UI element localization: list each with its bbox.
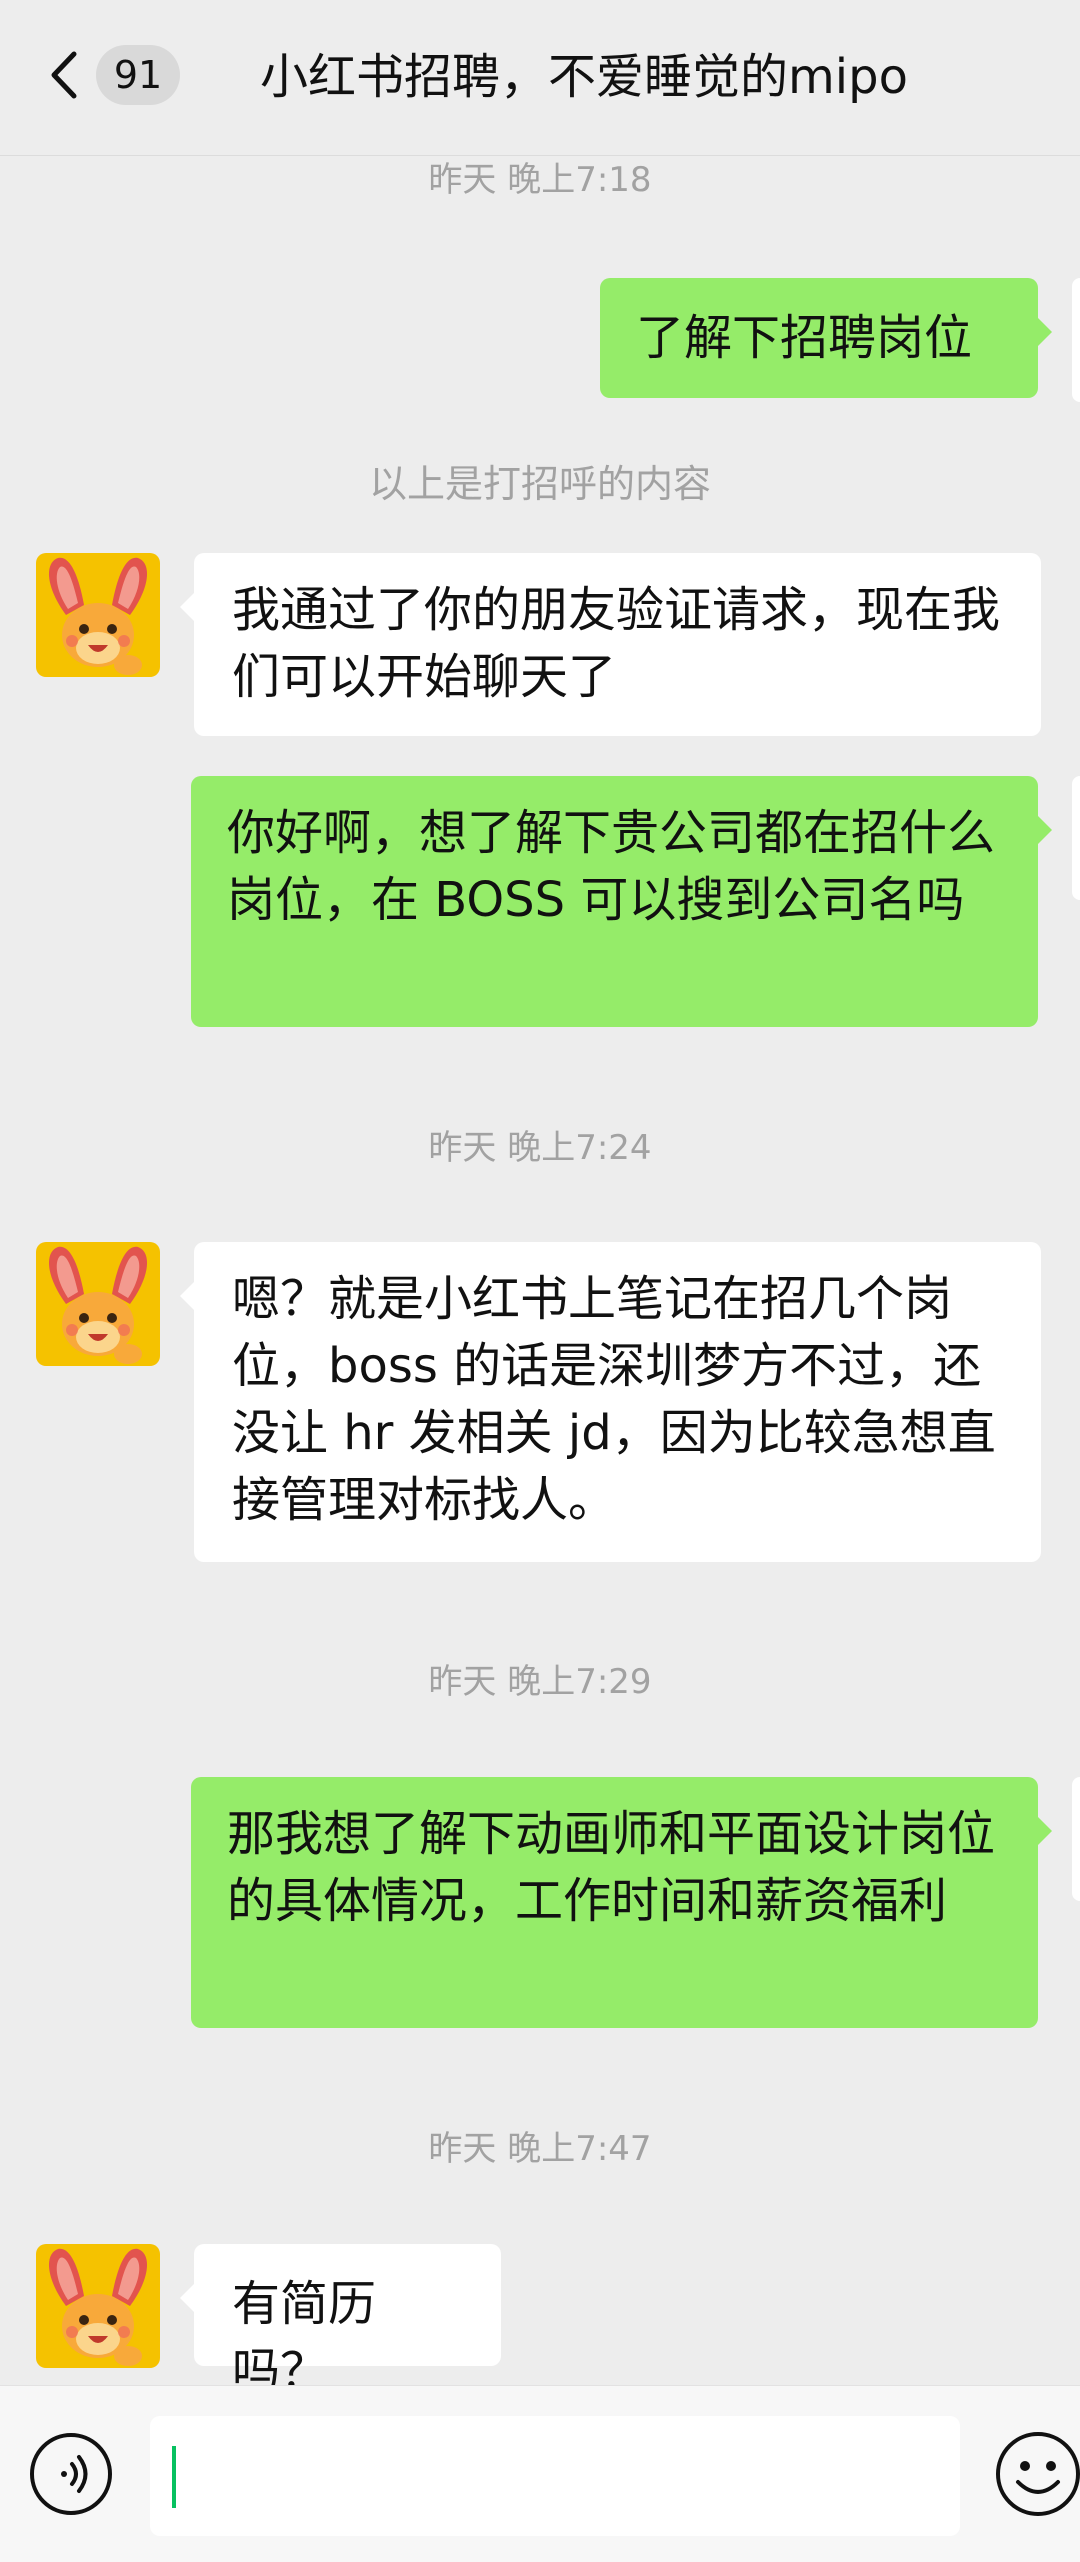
message-incoming[interactable]: 有简历吗？ — [180, 2244, 501, 2399]
self-avatar[interactable] — [1072, 1777, 1080, 1901]
message-incoming[interactable]: 嗯？就是小红书上笔记在招几个岗位，boss 的话是深圳梦方不过，还没让 hr 发… — [180, 1242, 1041, 1562]
system-note: 以上是打招呼的内容 — [368, 462, 711, 506]
voice-button[interactable] — [28, 2431, 114, 2517]
rabbit-mascot-avatar — [36, 553, 160, 677]
timestamp: 昨天 晚上7:47 — [428, 2129, 652, 2169]
contact-avatar[interactable] — [36, 553, 160, 677]
timestamp: 昨天 晚上7:18 — [428, 160, 652, 200]
message-list: 昨天 晚上7:18 了解下招聘岗位 以上是打招呼的内容 我通过了你的朋友验证请求… — [0, 0, 1080, 2561]
message-input[interactable] — [150, 2416, 960, 2536]
rabbit-mascot-avatar — [36, 1242, 160, 1366]
emoji-icon — [996, 2432, 1080, 2516]
contact-avatar[interactable] — [36, 2244, 160, 2368]
timestamp: 昨天 晚上7:29 — [428, 1662, 652, 1702]
self-avatar[interactable] — [1072, 776, 1080, 900]
message-outgoing[interactable]: 那我想了解下动画师和平面设计岗位的具体情况，工作时间和薪资福利 — [191, 1777, 1052, 2028]
contact-avatar[interactable] — [36, 1242, 160, 1366]
message-outgoing[interactable]: 了解下招聘岗位 — [600, 278, 1052, 398]
input-bar — [0, 2385, 1080, 2562]
rabbit-mascot-avatar — [36, 2244, 160, 2368]
text-caret — [172, 2446, 176, 2508]
self-avatar[interactable] — [1072, 278, 1080, 402]
emoji-button[interactable] — [990, 2426, 1080, 2522]
voice-icon — [30, 2433, 112, 2515]
message-outgoing[interactable]: 你好啊，想了解下贵公司都在招什么岗位，在 BOSS 可以搜到公司名吗 — [191, 776, 1052, 1027]
message-incoming[interactable]: 我通过了你的朋友验证请求，现在我们可以开始聊天了 — [180, 553, 1041, 736]
timestamp: 昨天 晚上7:24 — [428, 1128, 652, 1168]
